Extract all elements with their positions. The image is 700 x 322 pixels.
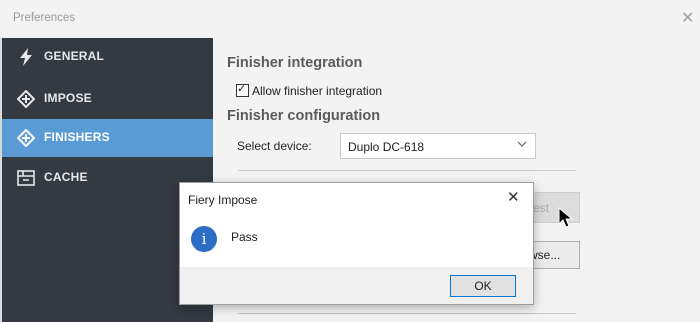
lightning-icon bbox=[16, 47, 36, 67]
device-select-value: Duplo DC-618 bbox=[348, 140, 425, 154]
allow-finisher-integration-label: Allow finisher integration bbox=[252, 84, 383, 98]
ok-button[interactable]: OK bbox=[450, 275, 516, 297]
chevron-down-icon bbox=[517, 139, 527, 152]
allow-finisher-integration-checkbox[interactable] bbox=[236, 82, 249, 97]
finishers-icon bbox=[16, 128, 36, 148]
section-divider bbox=[238, 170, 576, 171]
sidebar-item-label: IMPOSE bbox=[44, 91, 92, 105]
window-title: Preferences bbox=[13, 12, 76, 24]
window-titlebar: Preferences ✕ bbox=[0, 0, 700, 39]
dialog-close-icon[interactable]: ✕ bbox=[507, 188, 520, 206]
dialog-message: Pass bbox=[231, 230, 258, 244]
impose-icon bbox=[16, 89, 36, 109]
sidebar-item-finishers[interactable]: FINISHERS bbox=[2, 119, 213, 157]
select-device-label: Select device: bbox=[237, 139, 312, 153]
cache-icon bbox=[16, 168, 36, 188]
sidebar-item-label: CACHE bbox=[44, 170, 88, 184]
message-dialog: Fiery Impose ✕ i Pass OK bbox=[179, 182, 534, 305]
finisher-configuration-heading: Finisher configuration bbox=[227, 108, 381, 124]
info-icon: i bbox=[191, 226, 217, 252]
sidebar-item-label: GENERAL bbox=[44, 49, 105, 63]
finisher-integration-heading: Finisher integration bbox=[227, 55, 363, 71]
test-button-label: est bbox=[533, 201, 550, 215]
sidebar-item-label: FINISHERS bbox=[44, 130, 110, 144]
sidebar-item-general[interactable]: GENERAL bbox=[2, 38, 213, 76]
device-select[interactable]: Duplo DC-618 bbox=[340, 133, 536, 159]
dialog-title: Fiery Impose bbox=[188, 193, 258, 207]
dialog-footer: OK bbox=[180, 267, 533, 304]
sidebar-item-impose[interactable]: IMPOSE bbox=[2, 80, 213, 118]
mouse-cursor-icon bbox=[558, 206, 574, 234]
bottom-divider bbox=[238, 313, 576, 314]
window-close-icon[interactable]: ✕ bbox=[681, 8, 694, 28]
